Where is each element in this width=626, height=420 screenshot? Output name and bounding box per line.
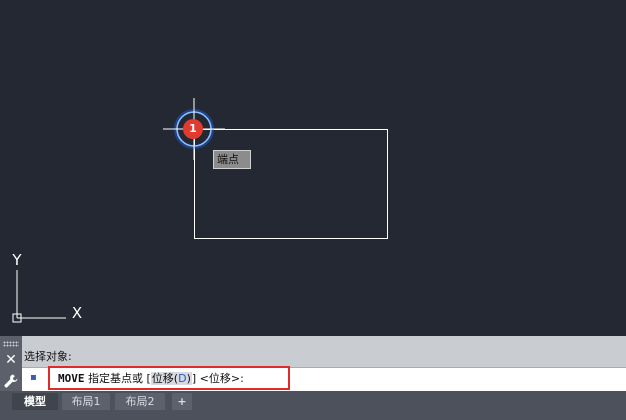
snap-tooltip: 端点 [213,150,251,169]
command-prompt: MOVE 指定基点或 [位移(D)] <位移>: [58,371,244,387]
command-line-panel: ✕ 选择对象: ▪ MOVE 指定基点或 [位移(D)] <位移>: [0,336,626,391]
command-history-line: 选择对象: [24,350,72,363]
option-displacement[interactable]: 位移(D) [150,372,192,385]
prompt-text: 指定基点或 [88,372,143,385]
command-line-sidebar: ✕ [0,336,22,391]
wrench-icon[interactable] [3,373,19,389]
drag-grip-icon[interactable] [3,341,19,347]
tab-layout2[interactable]: 布局2 [115,393,165,410]
canvas-graphics: Y X [11,98,388,323]
bracket-close: ] [191,372,197,385]
tab-model[interactable]: 模型 [12,393,58,410]
option-label: 位移 [151,372,174,385]
prompt-icon: ▪ [30,372,37,383]
layout-tabs-bar: 模型 布局1 布局2 + [0,391,626,420]
option-key: D [178,372,187,385]
tab-layout1[interactable]: 布局1 [62,393,110,410]
ucs-y-label: Y [11,251,22,269]
default-option: <位移>: [199,372,244,385]
close-icon[interactable]: ✕ [2,351,20,369]
command-input[interactable]: ▪ MOVE 指定基点或 [位移(D)] <位移>: [22,366,626,391]
step-marker-badge: 1 [183,119,203,139]
add-layout-button[interactable]: + [172,393,192,410]
drawing-canvas[interactable]: Y X 1 端点 [0,0,626,336]
command-name: MOVE [58,372,85,385]
ucs-x-label: X [72,304,82,322]
option-key-close: ) [186,372,191,385]
rectangle-object [194,129,388,239]
ucs-icon [12,270,66,323]
